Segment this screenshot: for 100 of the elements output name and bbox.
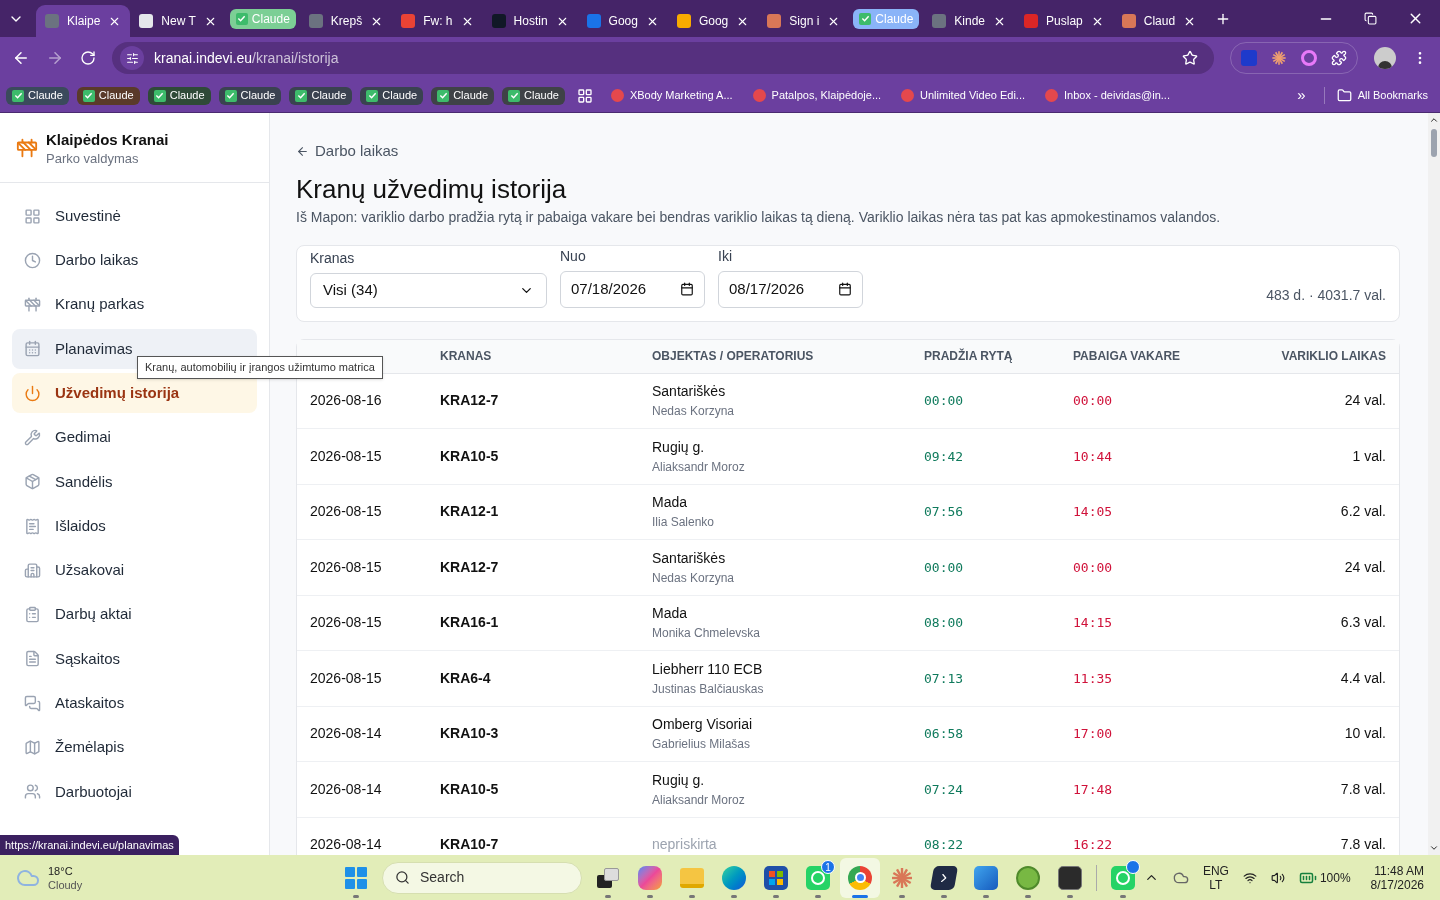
bookmark-chip[interactable]: Claude xyxy=(147,86,211,105)
end-time: 00:00 xyxy=(1073,558,1114,577)
date-field[interactable]: 08/17/2026 xyxy=(718,270,863,308)
bookmark-chip[interactable]: Claude xyxy=(289,86,353,105)
browser-tab[interactable]: Sign i xyxy=(758,5,850,37)
browser-tab[interactable]: Goog xyxy=(667,5,759,37)
column-header: KRANAS xyxy=(440,348,493,365)
crane-cell-text: KRA12-7 xyxy=(440,391,500,411)
column-header: PRADŽIA RYTĄ xyxy=(924,347,1014,365)
clock-date[interactable]: 8/17/2026 xyxy=(1370,877,1424,892)
browser-tab[interactable]: Fw: h xyxy=(392,5,483,37)
search-field[interactable]: Search xyxy=(382,861,582,894)
column-header: OBJEKTAS / OPERATORIUS xyxy=(652,348,815,365)
apps-icon[interactable] xyxy=(576,87,593,104)
operator-name: Ilia Salenko xyxy=(652,514,716,532)
date-cell-text: 2026-08-14 xyxy=(310,724,383,744)
browser-tab[interactable]: Claud xyxy=(1112,5,1206,37)
barrier-icon xyxy=(24,296,41,314)
browser-tab[interactable]: Goog xyxy=(577,5,668,37)
color-picker-icon[interactable] xyxy=(1301,50,1317,66)
sidebar-item[interactable]: Darbuotojai xyxy=(12,771,257,812)
extensions-icon[interactable] xyxy=(1331,50,1347,66)
calendar-icon xyxy=(24,340,41,358)
clock-time[interactable]: 11:48 AM xyxy=(1374,863,1424,878)
site-icon xyxy=(586,14,601,28)
check-icon xyxy=(508,89,520,102)
bookmark-link[interactable]: Inbox - deividas@in... xyxy=(1039,87,1176,104)
site-settings-icon[interactable] xyxy=(120,46,144,70)
volume-icon[interactable] xyxy=(1270,870,1285,885)
date-field[interactable]: 07/18/2026 xyxy=(560,270,705,308)
clipboard-icon xyxy=(24,606,41,624)
taskbar-app[interactable]: 1 xyxy=(798,857,838,898)
starburst-icon[interactable] xyxy=(1271,50,1287,66)
document-icon xyxy=(24,650,41,668)
sidebar-item[interactable]: Kranų parkas xyxy=(12,284,257,325)
reload-icon[interactable] xyxy=(80,50,96,66)
clock-icon xyxy=(24,251,41,269)
bookmark-chip[interactable]: Claude xyxy=(76,86,140,105)
sidebar-item[interactable]: Suvestinė xyxy=(12,196,257,236)
bookmark-chip[interactable]: Claude xyxy=(360,86,424,105)
receipt-icon xyxy=(24,517,41,535)
browser-tab[interactable]: Kinde xyxy=(923,5,1016,37)
sidebar-item[interactable]: Darbų aktai xyxy=(12,594,257,635)
site-icon xyxy=(308,14,323,28)
browser-tab[interactable]: Hostin xyxy=(482,5,578,37)
browser-tab[interactable]: Krepš xyxy=(299,5,393,37)
back-link[interactable]: Darbo laikas xyxy=(296,140,399,163)
grid-icon xyxy=(24,207,41,225)
all-bookmarks-button[interactable]: All Bookmarks xyxy=(1323,87,1434,104)
address-field[interactable]: kranai.indevi.eu/kranai/istorija xyxy=(112,42,1214,74)
bookmark-link[interactable]: Patalpos, Klaipėdoje... xyxy=(746,87,888,104)
bookmark-chip[interactable]: Claude xyxy=(6,86,69,105)
more-bookmarks-button[interactable]: » xyxy=(1287,84,1316,107)
chat-icon xyxy=(24,694,41,712)
field-label: Nuo xyxy=(560,246,587,266)
engine-hours: 24 val. xyxy=(1343,391,1386,411)
bookmark-chip[interactable]: Claude xyxy=(218,86,282,105)
wifi-icon[interactable] xyxy=(1242,870,1257,885)
scrollbar-thumb[interactable] xyxy=(1431,129,1437,157)
start-time: 08:22 xyxy=(924,836,965,854)
start-time: 00:00 xyxy=(924,392,965,410)
sidebar-item[interactable]: Gedimai xyxy=(12,417,257,458)
crane-select[interactable]: Visi (34) xyxy=(310,272,547,308)
sidebar-item[interactable]: Darbo laikas xyxy=(12,240,257,281)
engine-hours: 7.8 val. xyxy=(1339,835,1386,855)
date-cell-text: 2026-08-15 xyxy=(310,668,383,688)
sidebar-item[interactable]: Užsakovai xyxy=(12,550,257,591)
back-icon[interactable] xyxy=(12,49,30,67)
object-name: Mada xyxy=(652,493,689,513)
avatar-icon[interactable] xyxy=(1374,47,1396,69)
sidebar-item[interactable]: Išlaidos xyxy=(12,506,257,547)
check-icon xyxy=(235,12,248,25)
browser-tab[interactable]: New T xyxy=(130,5,226,37)
end-time: 16:22 xyxy=(1073,836,1114,854)
bookmark-chip[interactable]: Claude xyxy=(431,86,494,105)
language[interactable]: ENG xyxy=(1202,863,1229,878)
browser-tab[interactable]: Klaipe xyxy=(36,5,131,37)
object-name: Omberg Visoriai xyxy=(652,715,754,735)
engine-hours: 24 val. xyxy=(1343,557,1386,577)
restore-icon[interactable] xyxy=(1364,12,1377,25)
sidebar-item[interactable]: Žemėlapis xyxy=(12,727,257,768)
sidebar-item[interactable]: Sandėlis xyxy=(12,461,257,502)
region[interactable]: LT xyxy=(1209,877,1223,892)
sidebar-item[interactable]: Užvedimų istorija xyxy=(12,373,257,414)
sidebar-item[interactable]: Sąskaitos xyxy=(12,638,257,679)
calendar-icon xyxy=(680,282,694,296)
site-icon xyxy=(752,89,766,102)
site-icon xyxy=(610,89,624,102)
bookmark-link[interactable]: Unlimited Video Edi... xyxy=(895,87,1032,104)
bookmark-star-icon[interactable] xyxy=(1182,50,1198,66)
bookmark-link[interactable]: XBody Marketing A... xyxy=(604,87,739,104)
scroll-down-icon[interactable] xyxy=(1429,843,1439,853)
scroll-up-icon[interactable] xyxy=(1429,115,1439,125)
operator-name: Nedas Korzyna xyxy=(652,403,736,421)
sidebar-item[interactable]: Ataskaitos xyxy=(12,683,257,724)
windows-icon xyxy=(345,866,367,889)
terminal-icon xyxy=(1058,865,1082,890)
date-cell-text: 2026-08-15 xyxy=(310,446,383,466)
browser-tab[interactable]: Puslap xyxy=(1015,5,1113,37)
bookmark-chip[interactable]: Claude xyxy=(502,86,565,105)
